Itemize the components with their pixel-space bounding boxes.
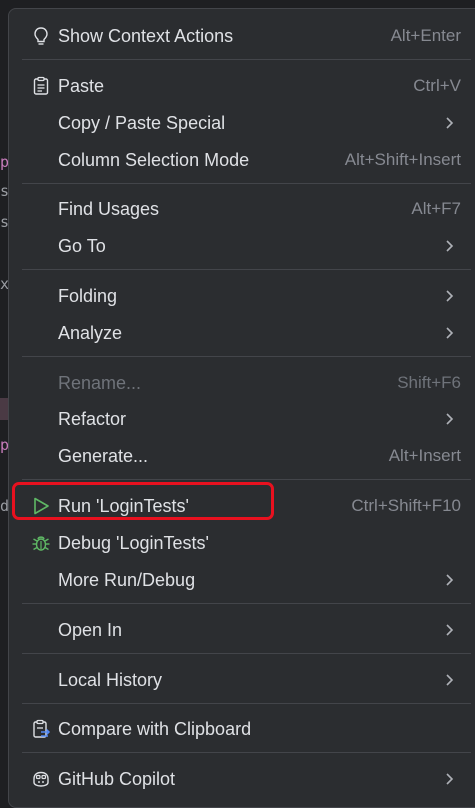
menu-item-rename: Rename... Shift+F6 [22,366,467,400]
menu-item-label: Rename... [58,372,142,393]
menu-item-folding[interactable]: Folding [22,279,467,313]
chevron-right-icon [443,623,457,637]
menu-item-label: Copy / Paste Special [58,112,226,133]
menu-item-label: Refactor [58,408,127,429]
chevron-right-icon [443,116,457,130]
menu-item-label: Compare with Clipboard [58,718,252,739]
menu-item-label: GitHub Copilot [58,768,176,789]
menu-item-copy-paste-special[interactable]: Copy / Paste Special [22,106,467,140]
bulb-icon [30,25,52,47]
menu-separator [22,356,471,357]
menu-item-label: More Run/Debug [58,569,196,590]
menu-item-shortcut: Alt+Enter [390,26,461,45]
menu-item-shortcut: Shift+F6 [397,373,461,392]
menu-separator [22,752,471,753]
menu-item-label: Show Context Actions [58,25,234,46]
menu-item-label: Analyze [58,322,123,343]
menu-separator [22,59,471,60]
chevron-right-icon [443,239,457,253]
menu-item-label: Go To [58,235,106,256]
compare-clipboard-icon [30,718,52,740]
clipboard-icon [30,75,52,97]
menu-item-label: Find Usages [58,198,160,219]
menu-item-shortcut: Alt+Shift+Insert [344,150,461,169]
menu-item-analyze[interactable]: Analyze [22,316,467,350]
menu-item-paste[interactable]: Paste Ctrl+V [22,69,467,103]
menu-item-show-context-actions[interactable]: Show Context Actions Alt+Enter [22,19,467,53]
chevron-right-icon [443,772,457,786]
menu-item-label: Paste [58,75,105,96]
menu-item-label: Folding [58,285,118,306]
menu-item-label: Generate... [58,445,149,466]
menu-item-generate[interactable]: Generate... Alt+Insert [22,439,467,473]
menu-item-label: Debug 'LoginTests' [58,532,209,553]
menu-item-shortcut: Ctrl+V [413,76,461,95]
menu-separator [22,653,471,654]
chevron-right-icon [443,326,457,340]
menu-separator [22,603,471,604]
menu-separator [22,269,471,270]
chevron-right-icon [443,573,457,587]
menu-item-find-usages[interactable]: Find Usages Alt+F7 [22,192,467,226]
menu-separator [22,703,471,704]
annotation-highlight-box [12,482,274,520]
copilot-icon [30,768,52,790]
menu-item-shortcut: Alt+F7 [411,199,461,218]
menu-item-compare-clipboard[interactable]: Compare with Clipboard [22,712,467,746]
menu-separator [22,479,471,480]
menu-separator [22,183,471,184]
menu-item-label: Local History [58,669,163,690]
chevron-right-icon [443,673,457,687]
menu-item-refactor[interactable]: Refactor [22,402,467,436]
menu-item-label: Open In [58,619,123,640]
menu-item-open-in[interactable]: Open In [22,613,467,647]
menu-item-local-history[interactable]: Local History [22,663,467,697]
debug-bug-icon [30,532,52,554]
menu-item-more-run-debug[interactable]: More Run/Debug [22,563,467,597]
menu-item-go-to[interactable]: Go To [22,229,467,263]
menu-item-shortcut: Alt+Insert [388,446,461,465]
context-menu: Show Context Actions Alt+Enter Paste Ctr… [8,8,475,808]
chevron-right-icon [443,412,457,426]
menu-item-github-copilot[interactable]: GitHub Copilot [22,762,467,796]
menu-item-column-selection-mode[interactable]: Column Selection Mode Alt+Shift+Insert [22,143,467,177]
chevron-right-icon [443,289,457,303]
menu-item-debug[interactable]: Debug 'LoginTests' [22,526,467,560]
menu-item-label: Column Selection Mode [58,149,250,170]
menu-item-shortcut: Ctrl+Shift+F10 [351,496,461,515]
